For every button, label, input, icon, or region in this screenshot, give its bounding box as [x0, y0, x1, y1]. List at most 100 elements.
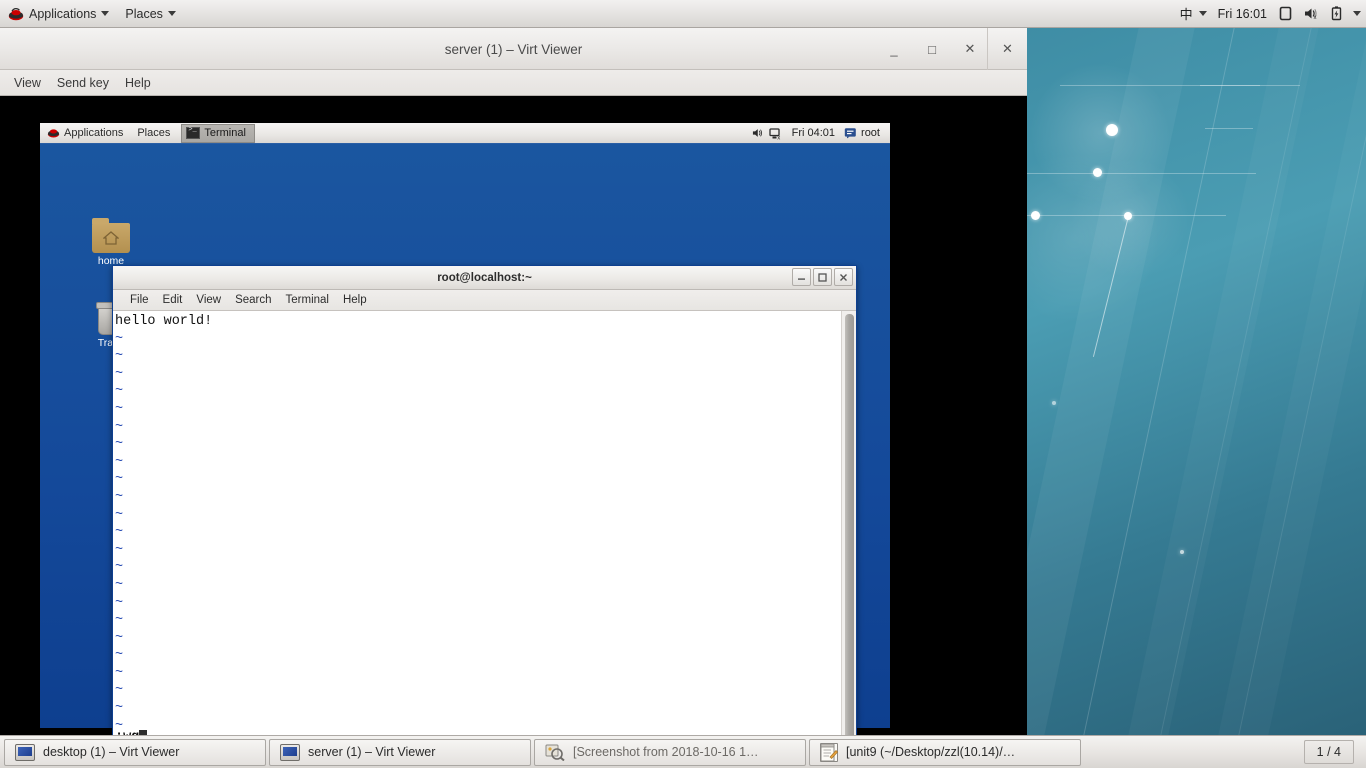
- input-method-indicator[interactable]: 中: [1175, 1, 1212, 27]
- chevron-down-icon: [1198, 11, 1207, 16]
- vim-tilde-line: ~: [115, 419, 124, 435]
- screenshot-icon: [545, 743, 565, 762]
- vim-tilde-line: ~: [115, 472, 124, 488]
- secondary-close-button[interactable]: ✕: [987, 28, 1027, 70]
- host-taskbar-item-label: [Screenshot from 2018-10-16 1…: [573, 745, 759, 759]
- battery-icon[interactable]: [1325, 1, 1348, 27]
- vm-user-label[interactable]: root: [861, 127, 884, 139]
- chevron-down-icon: [167, 11, 176, 16]
- virt-viewer-title: server (1) – Virt Viewer: [444, 41, 583, 57]
- desktop-icon-home[interactable]: home: [78, 218, 144, 267]
- vm-applications-menu[interactable]: Applications: [40, 125, 130, 141]
- house-glyph: [102, 231, 120, 245]
- vim-editor-buffer[interactable]: hello world! ~~~~~~~~~~~~~~~~~~~~~~~~ :w…: [113, 311, 841, 750]
- ime-label: 中: [1179, 7, 1193, 22]
- places-menu[interactable]: Places: [117, 1, 184, 27]
- host-taskbar-item-label: desktop (1) – Virt Viewer: [43, 745, 180, 759]
- vim-tilde-line: ~: [115, 384, 124, 400]
- vim-tilde-line: ~: [115, 577, 124, 593]
- host-taskbar-item-desktop-vv[interactable]: desktop (1) – Virt Viewer: [4, 738, 266, 766]
- screen-root: Applications Places 中 Fri 16:01 x server…: [0, 0, 1366, 768]
- vm-places-menu[interactable]: Places: [130, 125, 177, 141]
- vim-tilde-line: ~: [115, 331, 124, 347]
- terminal-scrollbar[interactable]: [841, 311, 856, 750]
- wallpaper-dot: [1093, 168, 1102, 177]
- menu-send-key[interactable]: Send key: [49, 73, 117, 93]
- terminal-scrollbar-thumb[interactable]: [845, 314, 854, 747]
- vim-tilde-line: ~: [115, 366, 124, 382]
- wallpaper-dot: [1052, 401, 1056, 405]
- terminal-close-button[interactable]: [834, 268, 853, 286]
- vm-window-button-terminal[interactable]: Terminal: [181, 123, 255, 143]
- vm-screen[interactable]: home Trash Applications Places >_ Termin…: [0, 97, 1027, 763]
- host-clock[interactable]: Fri 16:01: [1212, 7, 1273, 21]
- host-workspace-text: 1 / 4: [1303, 740, 1354, 764]
- vm-panel-tray: x Fri 04:01 root: [751, 126, 890, 141]
- vim-tilde-lines: ~~~~~~~~~~~~~~~~~~~~~~~~: [115, 331, 841, 750]
- redhat-logo-icon: [47, 127, 60, 139]
- vim-tilde-line: ~: [115, 525, 124, 541]
- vim-tilde-line: ~: [115, 718, 124, 734]
- vim-tilde-line: ~: [115, 560, 124, 576]
- chevron-down-icon: [101, 11, 110, 16]
- vm-applications-label: Applications: [64, 127, 124, 139]
- terminal-menubar: File Edit View Search Terminal Help: [113, 290, 856, 311]
- vim-tilde-line: ~: [115, 489, 124, 505]
- menu-help[interactable]: Help: [117, 73, 159, 93]
- vm-window-button-label: Terminal: [204, 127, 246, 139]
- terminal-menu-file[interactable]: File: [123, 292, 156, 308]
- svg-text:x: x: [1314, 15, 1317, 21]
- menu-view[interactable]: View: [6, 73, 49, 93]
- minimize-button[interactable]: _: [885, 40, 903, 58]
- terminal-menu-terminal[interactable]: Terminal: [279, 292, 336, 308]
- vm-top-panel: Applications Places Terminal: [40, 123, 890, 144]
- host-taskbar-item-screenshot[interactable]: [Screenshot from 2018-10-16 1…: [534, 738, 806, 766]
- vim-tilde-line: ~: [115, 454, 124, 470]
- terminal-menu-search[interactable]: Search: [228, 292, 278, 308]
- volume-muted-icon[interactable]: x: [1298, 1, 1325, 27]
- vim-tilde-line: ~: [115, 683, 124, 699]
- applications-menu-label: Applications: [29, 6, 97, 21]
- applications-menu[interactable]: Applications: [0, 1, 117, 27]
- terminal-menu-help[interactable]: Help: [336, 292, 374, 308]
- places-menu-label: Places: [125, 6, 163, 21]
- vim-tilde-line: ~: [115, 401, 124, 417]
- redhat-logo-icon: [8, 7, 24, 21]
- terminal-body[interactable]: hello world! ~~~~~~~~~~~~~~~~~~~~~~~~ :w…: [113, 311, 856, 750]
- terminal-menu-edit[interactable]: Edit: [156, 292, 190, 308]
- notepad-icon: [820, 742, 838, 762]
- monitor-icon: [15, 743, 35, 761]
- close-button[interactable]: ✕: [961, 40, 979, 58]
- host-taskbar-item-server-vv[interactable]: server (1) – Virt Viewer: [269, 738, 531, 766]
- vm-places-label: Places: [137, 127, 171, 139]
- user-icon: [843, 126, 858, 141]
- volume-icon[interactable]: [751, 126, 766, 141]
- terminal-minimize-button[interactable]: [792, 268, 811, 286]
- system-menu-chevron[interactable]: [1348, 1, 1366, 27]
- vim-tilde-line: ~: [115, 437, 124, 453]
- wallpaper-dot: [1031, 211, 1040, 220]
- terminal-maximize-button[interactable]: [813, 268, 832, 286]
- wallpaper-dot: [1106, 124, 1118, 136]
- host-taskbar-item-unit9[interactable]: [unit9 (~/Desktop/zzl(10.14)/…: [809, 738, 1081, 766]
- home-folder-icon: [92, 218, 130, 253]
- host-workspace-switcher[interactable]: 1 / 4: [1303, 740, 1362, 764]
- terminal-window[interactable]: root@localhost:~ File Edit View Search T…: [112, 265, 857, 751]
- terminal-titlebar[interactable]: root@localhost:~: [113, 266, 856, 290]
- display-icon[interactable]: [1273, 1, 1298, 27]
- terminal-window-controls: [792, 268, 853, 286]
- host-taskbar: desktop (1) – Virt Viewer server (1) – V…: [0, 735, 1366, 768]
- virt-viewer-titlebar[interactable]: server (1) – Virt Viewer _ □ ✕ ✕: [0, 28, 1027, 70]
- terminal-menu-view[interactable]: View: [189, 292, 228, 308]
- vim-tilde-line: ~: [115, 542, 124, 558]
- maximize-button[interactable]: □: [923, 40, 941, 58]
- host-top-panel: Applications Places 中 Fri 16:01 x: [0, 0, 1366, 28]
- vim-tilde-line: ~: [115, 665, 124, 681]
- network-disconnected-icon[interactable]: x: [769, 126, 784, 141]
- svg-text:x: x: [777, 135, 780, 140]
- wallpaper-hline: [1026, 173, 1256, 174]
- wallpaper-dot: [1180, 550, 1184, 554]
- monitor-icon: [280, 743, 300, 761]
- chevron-down-icon: [1353, 11, 1361, 16]
- vm-clock[interactable]: Fri 04:01: [787, 127, 840, 139]
